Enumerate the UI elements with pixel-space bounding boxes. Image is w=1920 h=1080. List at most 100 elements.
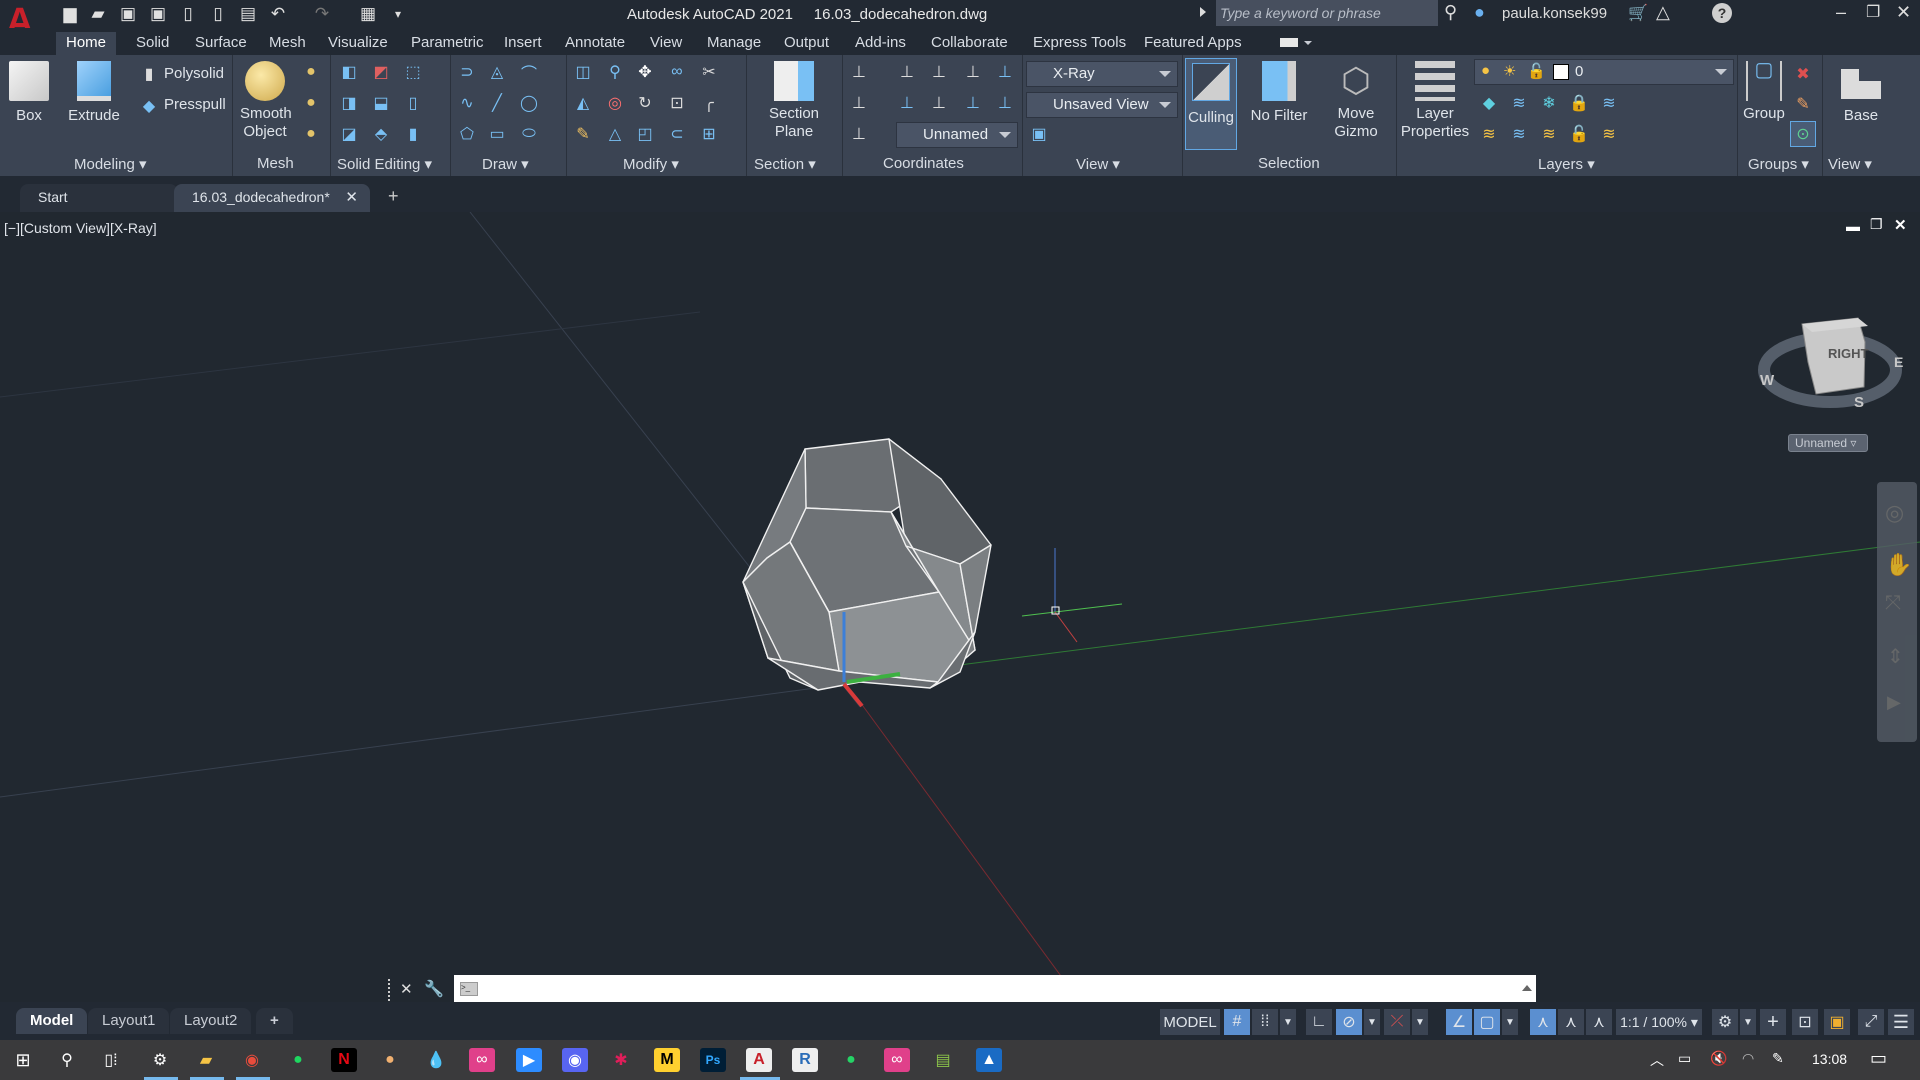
3d-mirror-icon[interactable]: ◭	[572, 92, 594, 114]
base-view-button[interactable]: Base	[1830, 69, 1892, 125]
snap-caret[interactable]: ▼	[1280, 1009, 1296, 1035]
volume-muted-icon[interactable]: 🔇	[1710, 1050, 1727, 1067]
isodraft-caret[interactable]: ▼	[1412, 1009, 1428, 1035]
compass-west[interactable]: W	[1760, 372, 1774, 389]
grid-icon[interactable]: #	[1224, 1009, 1250, 1035]
panel-title-modify[interactable]: Modify ▾	[623, 155, 679, 173]
move-gizmo-button[interactable]: ⬡ Move Gizmo	[1324, 61, 1388, 141]
new-icon[interactable]: ▆	[60, 4, 80, 24]
section-plane-button[interactable]: Section Plane	[762, 61, 826, 141]
tab-mesh[interactable]: Mesh	[259, 32, 316, 55]
box-button[interactable]: Box	[6, 61, 52, 125]
polar-caret[interactable]: ▼	[1364, 1009, 1380, 1035]
miro-icon[interactable]: M	[654, 1048, 680, 1072]
unlock-layer-icon[interactable]: 🔓	[1568, 123, 1590, 145]
save-icon[interactable]: ▣	[118, 4, 138, 24]
new-tab-button[interactable]: +	[388, 186, 399, 207]
recent-commands-icon[interactable]: >_	[460, 982, 478, 996]
polar-tracking-icon[interactable]: ⊘	[1336, 1009, 1362, 1035]
smooth-object-button[interactable]: Smooth Object	[240, 61, 292, 141]
array-icon[interactable]: ⊞	[698, 123, 720, 145]
open-icon[interactable]: ▰	[88, 4, 108, 24]
clean-screen-icon[interactable]: ⤢	[1858, 1009, 1884, 1035]
extract-edges-icon[interactable]: ▯	[402, 92, 424, 114]
shell-icon[interactable]: ⬘	[370, 123, 392, 145]
drop-app-icon[interactable]: 💧	[423, 1048, 449, 1072]
object-snap-tracking-icon[interactable]: ∠	[1446, 1009, 1472, 1035]
named-view-dropdown[interactable]: Unsaved View	[1026, 92, 1178, 118]
orange-app-icon[interactable]: ●	[377, 1048, 403, 1072]
extrude-button[interactable]: Extrude	[66, 61, 122, 125]
annotation-scale-icon[interactable]: ⋏	[1586, 1009, 1612, 1035]
panel-title-view[interactable]: View ▾	[1076, 155, 1120, 173]
clock[interactable]: 13:08	[1812, 1051, 1847, 1067]
tab-parametric[interactable]: Parametric	[401, 32, 494, 55]
isolate-objects-icon[interactable]: ⊡	[1792, 1009, 1818, 1035]
slack-icon[interactable]: ✱	[608, 1048, 634, 1072]
tab-collaborate[interactable]: Collaborate	[921, 32, 1018, 55]
spotify-icon[interactable]: ●	[285, 1048, 311, 1072]
command-line-grip[interactable]	[388, 979, 394, 1001]
revit-icon[interactable]: R	[792, 1048, 818, 1072]
search-expand-icon[interactable]	[1200, 7, 1206, 17]
annotation-scale-dropdown[interactable]: 1:1 / 100% ▾	[1616, 1009, 1702, 1035]
workspace-icon[interactable]: ▦	[358, 4, 378, 24]
scale-icon[interactable]: ◰	[634, 123, 656, 145]
panel-title-groups[interactable]: Groups ▾	[1748, 155, 1809, 173]
layer-unlock-icon[interactable]: 🔓	[1527, 62, 1546, 80]
object-snap-caret[interactable]: ▼	[1502, 1009, 1518, 1035]
open-from-web-icon[interactable]: ▯	[178, 4, 198, 24]
ungroup-icon[interactable]: ✖	[1792, 63, 1814, 85]
battery-icon[interactable]: ▭	[1678, 1050, 1691, 1067]
ribbon-minimize-button[interactable]	[1280, 38, 1298, 47]
copy-icon[interactable]: ∞	[666, 61, 688, 83]
3d-polyline-icon[interactable]: ◬	[486, 61, 508, 83]
ellipse-icon[interactable]: ⬭	[518, 123, 540, 145]
polygon-icon[interactable]: ⬠	[456, 123, 478, 145]
annotation-visibility-icon[interactable]: ⋏	[1530, 1009, 1556, 1035]
ucs-menu[interactable]: Unnamed ▿	[1788, 434, 1868, 452]
redo-icon[interactable]: ↷	[312, 4, 332, 24]
panel-title-draw[interactable]: Draw ▾	[482, 155, 529, 173]
viewcube[interactable]: RIGHT W E S	[1750, 292, 1910, 452]
smooth-more-icon[interactable]: ●	[300, 61, 322, 83]
arc-icon[interactable]: ⌒	[518, 61, 540, 83]
layer-thaw-icon[interactable]: ☀	[1503, 62, 1516, 80]
circle-icon[interactable]: ◯	[518, 92, 540, 114]
close-tab-icon[interactable]: ✕	[345, 188, 358, 206]
object-snap-icon[interactable]: ▢	[1474, 1009, 1500, 1035]
trim-icon[interactable]: ✂	[698, 61, 720, 83]
layer-walk-icon[interactable]: ≋	[1598, 123, 1620, 145]
command-close-icon[interactable]: ✕	[400, 980, 413, 998]
panel-title-coordinates[interactable]: Coordinates	[883, 155, 964, 172]
rotate-icon[interactable]: ↻	[634, 92, 656, 114]
ucs-world-icon[interactable]: ⊥	[994, 61, 1016, 83]
polyline-icon[interactable]: ⊃	[456, 61, 478, 83]
culling-button[interactable]: Culling	[1185, 58, 1237, 150]
steering-wheel-icon[interactable]: ◎	[1885, 500, 1904, 526]
user-icon[interactable]: ●	[1474, 2, 1485, 23]
fillet-icon[interactable]: ╭	[698, 92, 720, 114]
tab-visualize[interactable]: Visualize	[318, 32, 398, 55]
visual-style-dropdown[interactable]: X-Ray	[1026, 61, 1178, 87]
viewcube-face-right[interactable]: RIGHT	[1828, 346, 1868, 361]
creative-cloud-2-icon[interactable]: ∞	[884, 1048, 910, 1072]
freeze-layer-icon[interactable]: ❄	[1538, 92, 1560, 114]
3d-align-icon[interactable]: ⚲	[604, 61, 626, 83]
group-selection-icon[interactable]: ⊙	[1790, 121, 1816, 147]
customize-icon[interactable]: ▾	[388, 4, 408, 24]
orbit-icon[interactable]: ⇕	[1887, 644, 1904, 669]
a360-icon[interactable]: △	[1656, 2, 1670, 23]
notifications-icon[interactable]: ▭	[1870, 1048, 1887, 1069]
workspace-gear-icon[interactable]: ⚙	[1712, 1009, 1738, 1035]
file-tab-start[interactable]: Start	[20, 184, 178, 212]
minimize-button[interactable]: –	[1836, 2, 1846, 23]
polysolid-button[interactable]: Polysolid	[164, 65, 224, 82]
panel-title-selection[interactable]: Selection	[1258, 155, 1320, 172]
subtract-icon[interactable]: ◩	[370, 61, 392, 83]
whatsapp-icon[interactable]: ●	[838, 1048, 864, 1072]
layout-tab-model[interactable]: Model	[16, 1008, 88, 1034]
tab-solid[interactable]: Solid	[126, 32, 179, 55]
layer-properties-button[interactable]: Layer Properties	[1400, 61, 1470, 141]
ucs-icon[interactable]: ⊥	[848, 61, 870, 83]
